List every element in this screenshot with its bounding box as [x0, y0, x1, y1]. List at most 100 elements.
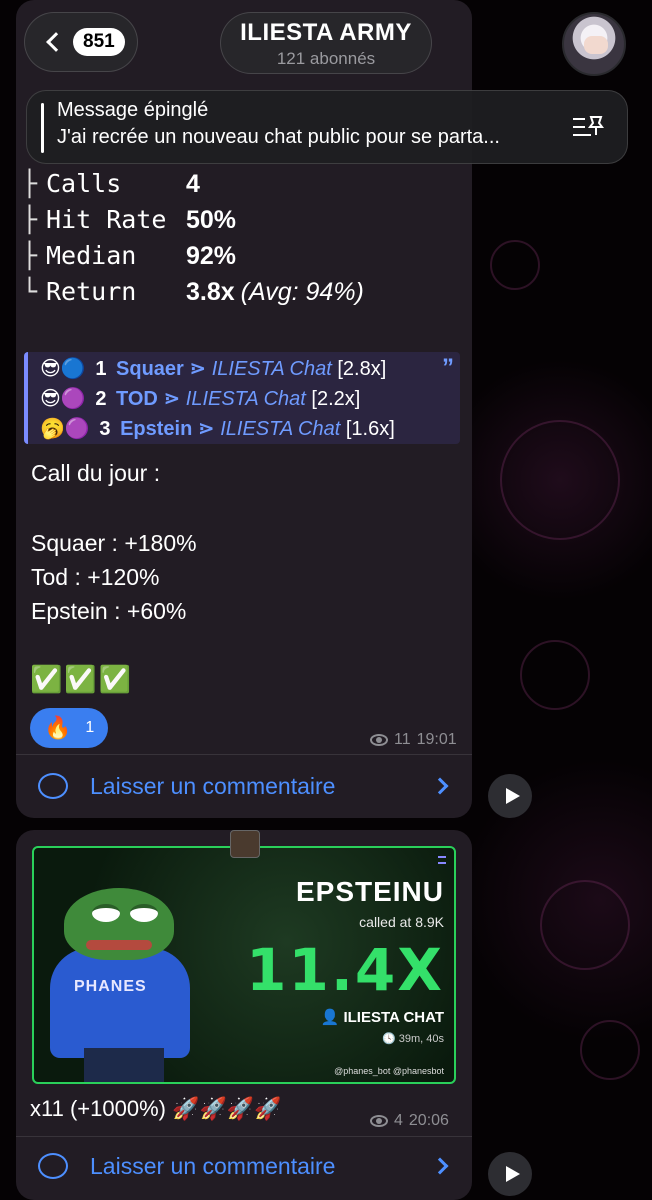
leader-name-link[interactable]: TOD: [116, 388, 158, 410]
stat-label: Median: [46, 241, 137, 270]
pinned-text: J'ai recrée un nouveau chat public pour …: [57, 126, 500, 148]
card-duration: 🕓 39m, 40s: [381, 1033, 444, 1045]
stat-label: Return: [46, 277, 137, 306]
pinned-list-icon[interactable]: [571, 113, 605, 141]
chevron-left-icon: [46, 32, 66, 52]
tree-glyph: └: [22, 277, 38, 306]
leave-comment-button[interactable]: Laisser un commentaire: [16, 1136, 472, 1196]
share-button[interactable]: [488, 1152, 532, 1196]
call-line: Squaer : +180%: [31, 530, 197, 556]
pepe-eye: [130, 904, 158, 922]
stat-value: 4: [186, 170, 200, 198]
eye-icon: [370, 1115, 388, 1127]
pepe-eye: [92, 904, 120, 922]
leader-separator: ⋗: [197, 418, 215, 440]
stat-row: ├ Median 92%: [22, 238, 364, 274]
leaderboard-row: 😎🔵 1 Squaer ⋗ ILIESTA Chat [2.8x]: [40, 354, 460, 384]
leaderboard-row: 😎🟣 2 TOD ⋗ ILIESTA Chat [2.2x]: [40, 384, 460, 414]
card-multiplier: 11.4X: [246, 936, 444, 1004]
fire-reaction-button[interactable]: 🔥 1: [30, 708, 108, 748]
back-button[interactable]: 851: [24, 12, 138, 72]
card-token: EPSTEINU: [295, 876, 444, 907]
leaderboard-quote: 😎🔵 1 Squaer ⋗ ILIESTA Chat [2.8x] 😎🟣 2 T…: [24, 352, 460, 444]
card-brand: PHANES: [74, 978, 147, 995]
card-chat: 👤 ILIESTA CHAT: [320, 1009, 444, 1026]
card-footer: @phanes_bot @phanesbot: [334, 1066, 444, 1076]
stat-value: 92%: [186, 242, 237, 270]
fire-icon: 🔥: [44, 715, 72, 740]
tree-glyph: ├: [22, 205, 38, 234]
stat-row: ├ Hit Rate 50%: [22, 202, 364, 238]
leader-rank: 3: [99, 418, 111, 440]
leader-chat-link[interactable]: ILIESTA Chat: [212, 358, 332, 380]
reaction-count: 1: [85, 719, 95, 736]
card-called-at: called at 8.9K: [359, 914, 444, 930]
share-arrow-icon: [506, 1166, 520, 1182]
call-line: Epstein : +60%: [31, 598, 187, 624]
leader-emoji: 😎🔵: [40, 358, 86, 380]
chevron-right-icon: [431, 1157, 449, 1175]
channel-title-button[interactable]: ILIESTA ARMY 121 abonnés: [220, 12, 432, 74]
leaderboard-row: 🥱🟣 3 Epstein ⋗ ILIESTA Chat [1.6x]: [40, 414, 460, 444]
stat-value: 50%: [186, 206, 237, 234]
pepe-mouth: [86, 940, 152, 950]
leave-comment-button[interactable]: Laisser un commentaire: [16, 756, 472, 816]
view-count: 11: [394, 731, 411, 748]
message-time: 19:01: [416, 731, 457, 748]
pinned-indicator: [41, 103, 44, 153]
card-chat-name: ILIESTA CHAT: [343, 1009, 444, 1026]
unread-count-badge: 851: [73, 28, 125, 56]
leader-multiplier: [2.2x]: [311, 388, 361, 410]
leader-multiplier: [2.8x]: [337, 358, 387, 380]
message-meta: 4 20:06: [370, 1112, 449, 1130]
stat-label: Hit Rate: [46, 205, 167, 234]
bot-logo: [230, 830, 260, 858]
card-duration-value: 39m, 40s: [398, 1033, 444, 1045]
stats-block: ├ Calls 4 ├ Hit Rate 50% ├ Median 92% └ …: [22, 166, 364, 310]
comment-bubble-icon: [38, 773, 68, 799]
comment-label: Laisser un commentaire: [90, 772, 336, 799]
avatar-face: [584, 36, 608, 54]
leader-chat-link[interactable]: ILIESTA Chat: [186, 388, 306, 410]
leader-chat-link[interactable]: ILIESTA Chat: [220, 418, 340, 440]
pinned-message-bar[interactable]: Message épinglé J'ai recrée un nouveau c…: [26, 90, 628, 164]
leader-separator: ⋗: [189, 358, 207, 380]
menu-icon: [438, 856, 446, 864]
leader-separator: ⋗: [163, 388, 181, 410]
leader-name-link[interactable]: Squaer: [116, 358, 184, 380]
channel-title: ILIESTA ARMY: [240, 19, 412, 46]
leader-multiplier: [1.6x]: [345, 418, 395, 440]
eye-icon: [370, 734, 388, 746]
leader-emoji: 🥱🟣: [40, 418, 90, 440]
stat-label: Calls: [46, 169, 122, 198]
leader-rank: 1: [95, 358, 107, 380]
tree-glyph: ├: [22, 241, 38, 270]
message-time: 20:06: [408, 1112, 449, 1129]
channel-subscribers: 121 abonnés: [276, 49, 376, 68]
share-button[interactable]: [488, 774, 532, 818]
message-text: x11 (+1000%) 🚀🚀🚀🚀: [30, 1096, 282, 1121]
check-emojis: ✅✅✅: [30, 664, 134, 694]
call-title: Call du jour :: [31, 460, 161, 486]
stat-extra: (Avg: 94%): [240, 278, 364, 306]
comment-label: Laisser un commentaire: [90, 1152, 336, 1179]
comment-bubble-icon: [38, 1153, 68, 1179]
share-arrow-icon: [506, 788, 520, 804]
channel-avatar[interactable]: [562, 12, 626, 76]
divider: [16, 754, 472, 755]
message-meta: 11 19:01: [370, 731, 457, 749]
stat-row: ├ Calls 4: [22, 166, 364, 202]
quote-mark-icon: ”: [442, 354, 454, 381]
tree-glyph: ├: [22, 169, 38, 198]
leader-name-link[interactable]: Epstein: [120, 418, 192, 440]
leader-emoji: 😎🟣: [40, 388, 86, 410]
call-card-image[interactable]: PHANES EPSTEINU called at 8.9K 11.4X 👤 I…: [32, 846, 456, 1084]
pinned-title: Message épinglé: [57, 99, 209, 121]
stat-row: └ Return 3.8x (Avg: 94%): [22, 274, 364, 310]
leader-rank: 2: [95, 388, 107, 410]
chevron-right-icon: [431, 777, 449, 795]
view-count: 4: [394, 1112, 403, 1129]
stat-value: 3.8x: [186, 278, 235, 306]
pepe-body: [50, 948, 190, 1058]
call-line: Tod : +120%: [31, 564, 160, 590]
